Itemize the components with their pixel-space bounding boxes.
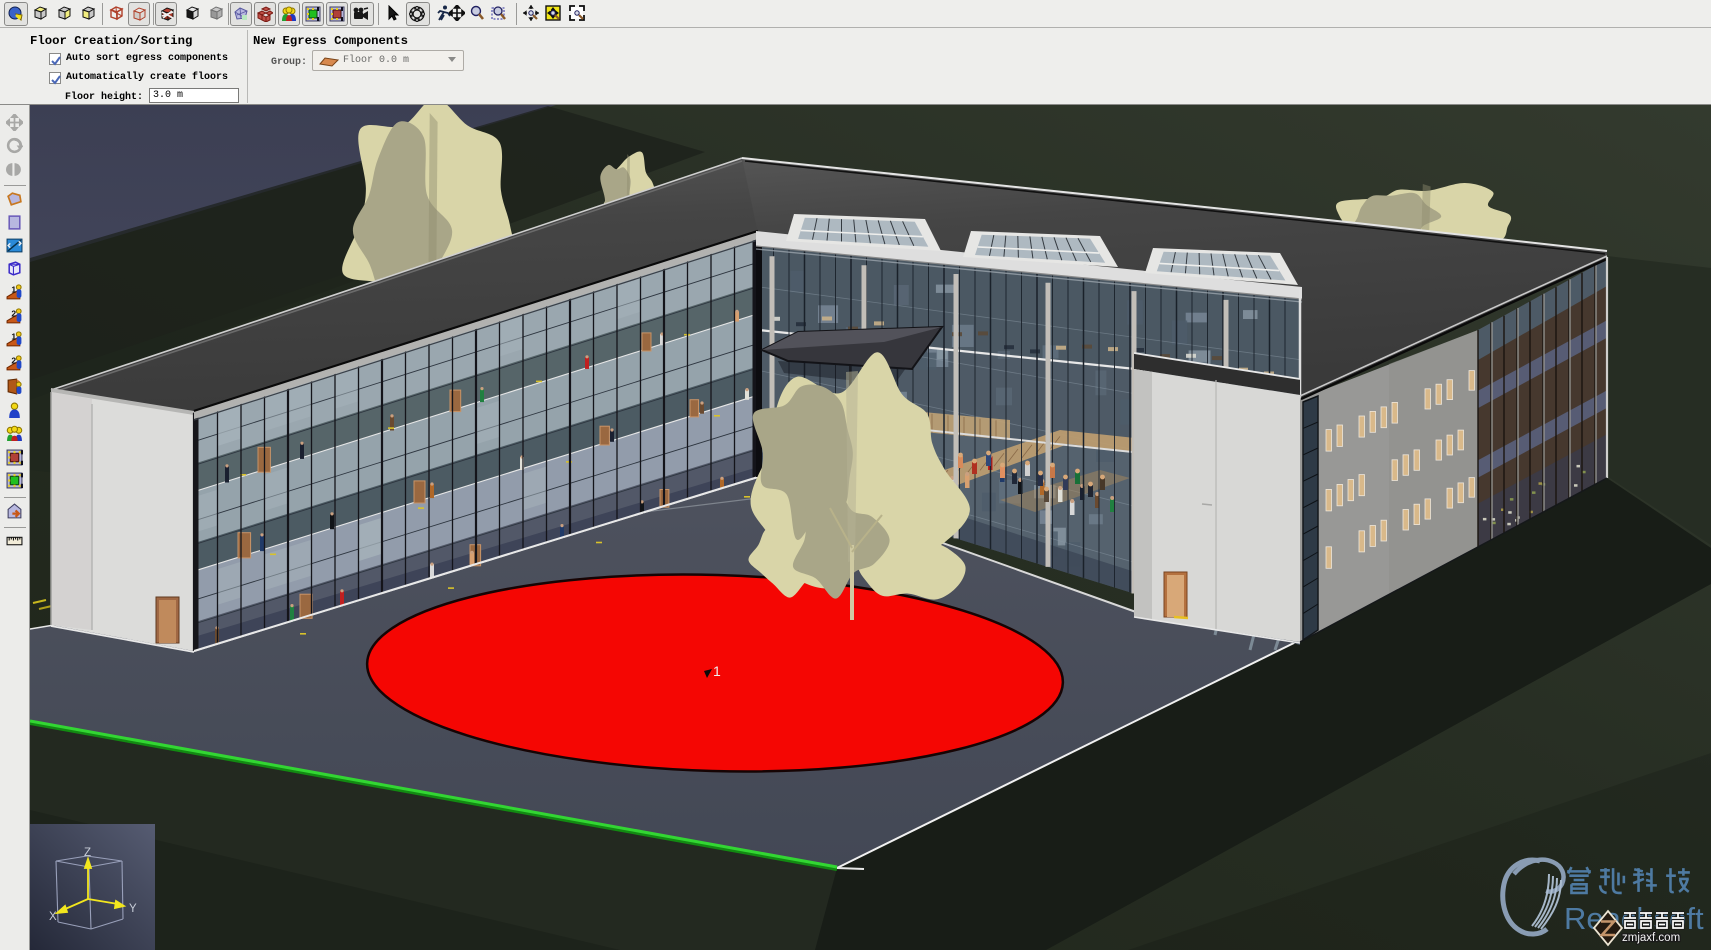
svg-text:2: 2 — [11, 309, 16, 319]
svg-text:X: X — [49, 911, 57, 923]
svg-text:1: 1 — [11, 332, 16, 342]
svg-text:1: 1 — [713, 663, 721, 679]
svg-text:1: 1 — [11, 285, 16, 295]
svg-text:2: 2 — [11, 356, 16, 366]
svg-text:Z: Z — [84, 847, 91, 859]
svg-text:Y: Y — [129, 903, 137, 915]
svg-text:zmjaxf.com: zmjaxf.com — [1622, 932, 1680, 944]
